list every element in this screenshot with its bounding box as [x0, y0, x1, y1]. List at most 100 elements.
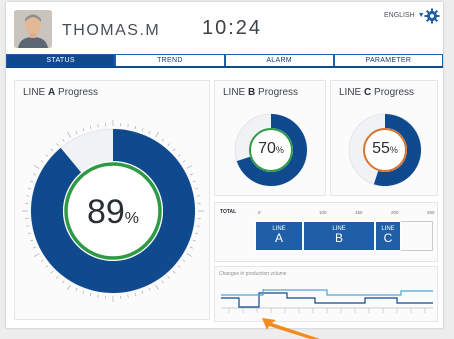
line-a-gauge-tick	[56, 275, 59, 279]
total-scale-100: 100	[319, 210, 327, 215]
line-a-gauge-tick	[196, 225, 200, 227]
line-a-gauge-tick	[186, 165, 192, 169]
line-a-gauge-tick	[50, 148, 54, 152]
total-scale-250: 250	[427, 210, 435, 215]
changes-sparkline	[221, 289, 433, 313]
line-a-gauge-tick	[177, 265, 181, 268]
line-a-gauge-tick	[26, 195, 30, 197]
user-avatar[interactable]	[14, 10, 52, 48]
line-a-gauge-tick	[189, 173, 193, 176]
total-label: TOTAL	[220, 209, 237, 215]
line-a-gauge-tick	[50, 270, 54, 274]
sparkline-ticks	[228, 308, 426, 313]
total-block-b-letter: B	[334, 231, 343, 245]
tab-status[interactable]: STATUS	[6, 54, 116, 66]
line-a-gauge-tick	[196, 195, 200, 197]
sparkline-series-light	[221, 289, 433, 296]
line-a-gauge-tick	[89, 125, 92, 129]
line-a-gauge-tick	[26, 225, 30, 227]
gear-icon[interactable]	[424, 8, 440, 24]
avatar-image	[14, 10, 52, 48]
line-a-gauge-tick	[67, 132, 71, 138]
changes-panel: Changes in production volume	[214, 266, 438, 322]
line-a-gauge-tick	[33, 173, 37, 176]
total-scale-200: 200	[391, 210, 399, 215]
line-a-gauge-tick	[97, 294, 99, 298]
line-a-gauge-tick	[67, 284, 71, 290]
line-a-gauge-tick	[30, 239, 34, 242]
language-label: ENGLISH	[384, 12, 415, 19]
line-a-gauge-tick	[148, 131, 151, 135]
line-a-gauge-tick	[155, 284, 159, 290]
line-b-percent: 70%	[251, 140, 291, 158]
line-a-gauge-tick	[167, 143, 170, 147]
line-a-gauge-tick	[172, 270, 176, 274]
total-scale-0: 0	[258, 210, 261, 215]
line-a-gauge-tick	[34, 253, 40, 257]
line-a-gauge-tick	[161, 280, 164, 284]
line-a-gauge-tick	[148, 287, 151, 291]
line-c-value: 55	[372, 140, 390, 157]
line-a-gauge-tick	[189, 246, 193, 249]
line-a-gauge-tick	[186, 253, 192, 257]
line-a-gauge-tick	[141, 290, 144, 294]
tab-parameter[interactable]: PARAMETER	[333, 54, 443, 66]
line-a-gauge-tick	[40, 259, 44, 262]
line-a-percent: 89%	[73, 193, 153, 232]
line-c-panel: LINE C Progress 55%	[330, 80, 438, 196]
total-block-line-b[interactable]: LINE B	[303, 221, 375, 251]
line-a-gauge-tick	[45, 154, 49, 157]
line-c-gauge	[348, 113, 422, 187]
user-name: THOMAS.M	[62, 22, 161, 39]
line-b-unit: %	[275, 145, 284, 155]
tab-trend[interactable]: TREND	[115, 54, 225, 66]
line-a-gauge-tick	[56, 143, 59, 147]
line-a-gauge-tick	[34, 165, 40, 169]
clock-time: 10:24	[202, 17, 263, 39]
line-a-gauge-tick	[40, 160, 44, 163]
line-b-gauge	[234, 113, 308, 187]
line-a-gauge-tick	[89, 293, 92, 297]
line-a-gauge-tick	[127, 294, 129, 298]
line-a-gauge-tick	[97, 124, 99, 128]
line-c-percent: 55%	[365, 140, 405, 158]
total-block-a-letter: A	[274, 231, 283, 245]
line-a-gauge-tick	[192, 239, 196, 242]
line-a-gauge-tick	[182, 259, 186, 262]
line-b-value: 70	[258, 140, 276, 157]
line-a-gauge-tick	[167, 275, 170, 279]
dashboard-window: THOMAS.M 10:24 ENGLISH ▼ STATUS TREND AL…	[6, 2, 443, 328]
total-panel: TOTAL 0 100 150 200 250 LINE A LINE B LI…	[214, 202, 438, 262]
total-block-line-c[interactable]: LINE C	[375, 221, 401, 251]
line-a-gauge-tick	[33, 246, 37, 249]
line-a-gauge-tick	[134, 125, 137, 129]
line-a-gauge-tick	[127, 124, 129, 128]
line-a-gauge-tick	[172, 148, 176, 152]
line-a-gauge-tick	[161, 138, 164, 142]
line-a-gauge-tick	[75, 287, 78, 291]
line-a-unit: %	[124, 210, 140, 227]
total-block-line-a[interactable]: LINE A	[255, 221, 303, 251]
line-c-unit: %	[389, 145, 398, 155]
line-a-gauge-tick	[182, 160, 186, 163]
line-a-gauge-tick	[62, 138, 65, 142]
line-b-panel: LINE B Progress 70%	[214, 80, 326, 196]
line-a-gauge-tick	[177, 154, 181, 157]
line-a-gauge-tick	[141, 128, 144, 132]
line-a-gauge-tick	[27, 187, 31, 190]
line-a-gauge-tick	[62, 280, 65, 284]
total-block-c-letter: C	[383, 231, 393, 245]
tab-bar: STATUS TREND ALARM PARAMETER	[6, 54, 443, 68]
line-a-gauge-tick	[195, 187, 199, 190]
line-a-value: 89	[86, 193, 125, 231]
line-a-gauge-tick	[134, 293, 137, 297]
tab-alarm[interactable]: ALARM	[224, 54, 334, 66]
line-a-gauge-tick	[82, 128, 85, 132]
line-a-panel: LINE A Progress 89%	[14, 80, 210, 320]
line-a-gauge-tick	[75, 131, 78, 135]
line-a-gauge-tick	[195, 232, 199, 235]
line-a-gauge-tick	[27, 232, 31, 235]
line-a-gauge-tick	[82, 290, 85, 294]
line-a-gauge-tick	[45, 265, 49, 268]
language-selector[interactable]: ENGLISH ▼	[384, 12, 425, 19]
